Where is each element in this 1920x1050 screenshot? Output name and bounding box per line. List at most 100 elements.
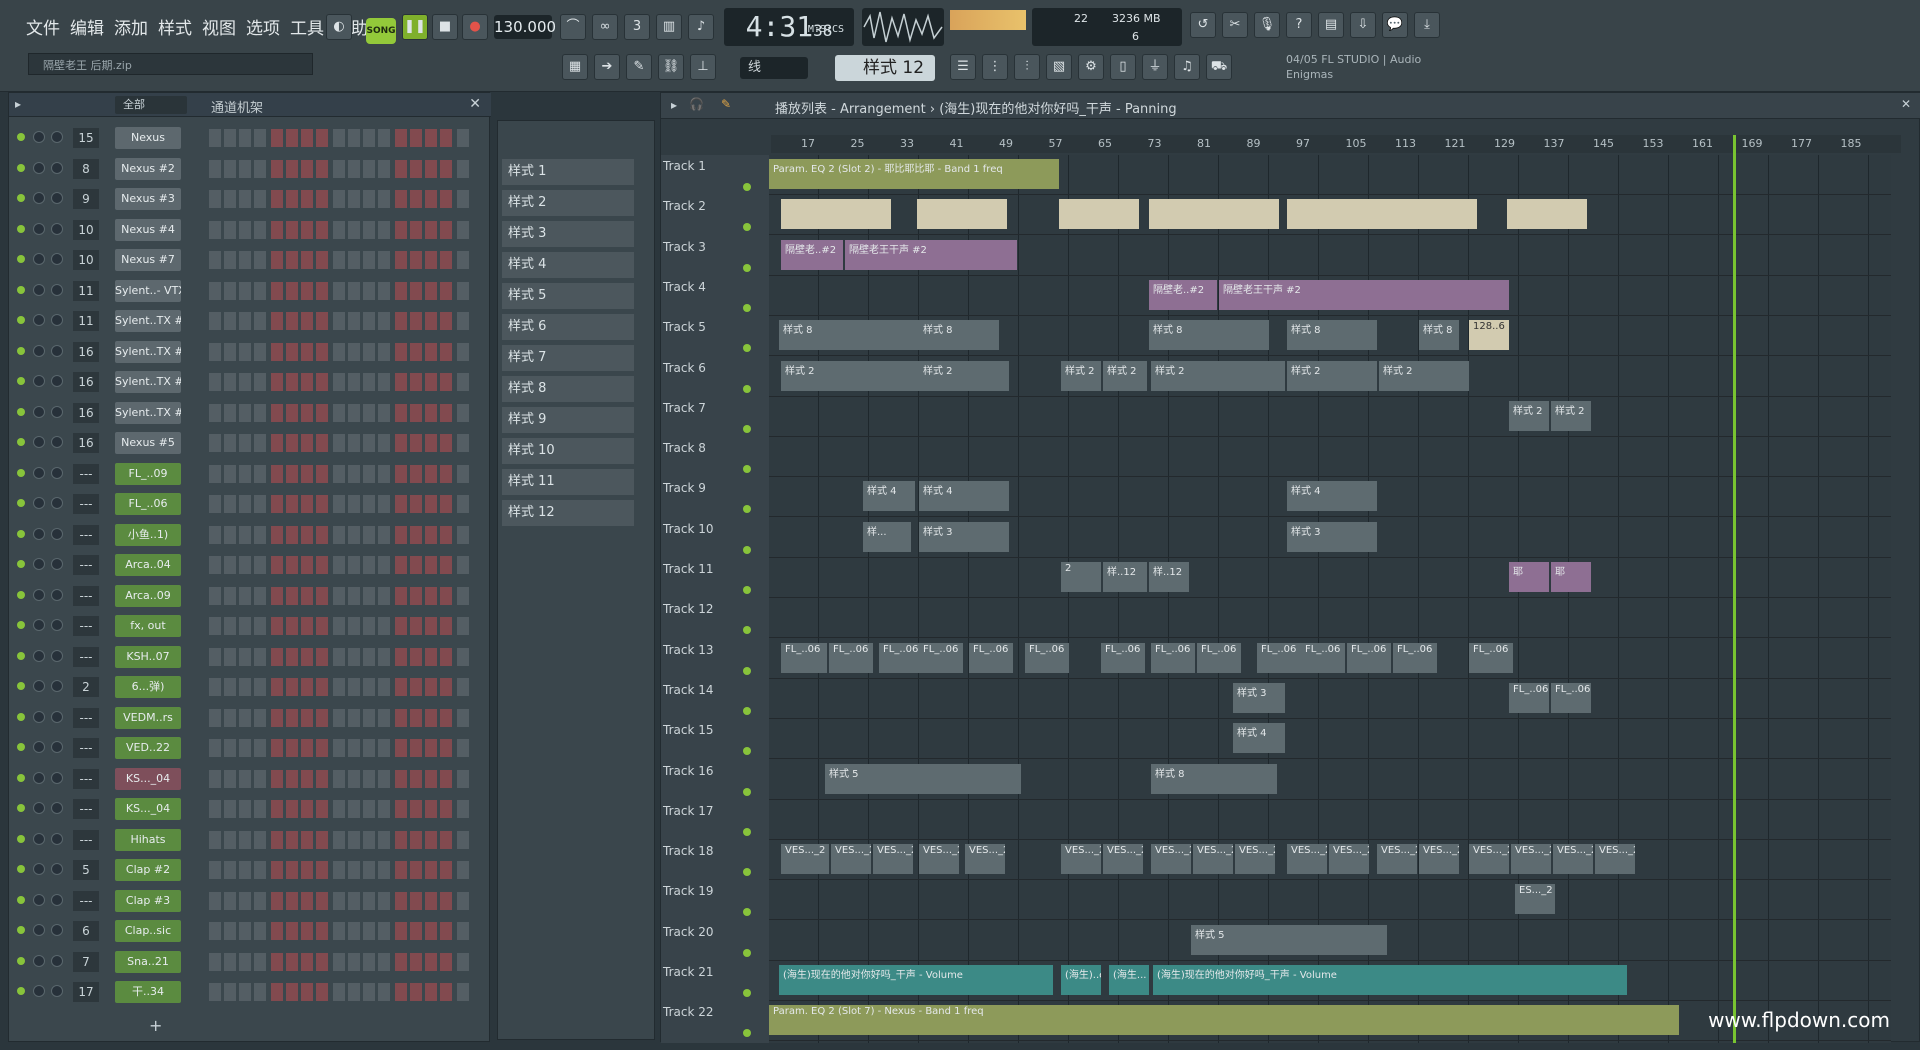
volume-knob[interactable] — [51, 314, 63, 326]
track-mute-led[interactable] — [743, 706, 751, 715]
channel-filter-select[interactable]: 全部 — [115, 96, 187, 114]
mixer-track-number[interactable]: --- — [73, 890, 99, 911]
pan-knob[interactable] — [33, 710, 45, 723]
track-mute-led[interactable] — [743, 586, 751, 594]
volume-knob[interactable] — [51, 710, 63, 723]
microphone-icon[interactable]: 🎙 — [1254, 12, 1280, 38]
channel-led[interactable] — [17, 895, 25, 904]
mixer-track-number[interactable]: 16 — [73, 402, 99, 423]
step-sequencer[interactable] — [209, 678, 469, 696]
playlist-clip[interactable]: VES..._2 — [1595, 844, 1635, 875]
playlist-clip[interactable]: VES..._2 — [1377, 844, 1417, 875]
track-lane[interactable]: VES..._2VES..._2VES..._2VES..._2VES..._2… — [769, 840, 1891, 881]
track-mute-led[interactable] — [743, 344, 751, 353]
channel-row[interactable]: --- Arca..04 — [9, 550, 479, 580]
channel-row[interactable]: 17 干..34 — [9, 977, 479, 1007]
pattern-item[interactable]: 样式 12 — [502, 500, 634, 526]
channel-led[interactable] — [17, 560, 25, 568]
channel-row[interactable]: --- VED..22 — [9, 733, 479, 763]
channel-row[interactable]: 16 Sylent..TX #3 — [9, 337, 479, 367]
volume-knob[interactable] — [51, 283, 63, 296]
step-sequencer[interactable] — [209, 342, 469, 361]
volume-knob[interactable] — [51, 893, 63, 906]
playlist-clip[interactable] — [1149, 199, 1279, 230]
playlist-clip[interactable]: 样式 8 — [1287, 320, 1377, 351]
playlist-clip[interactable]: FL_..06 — [1509, 682, 1549, 713]
channel-name-button[interactable]: VED..22 — [115, 737, 181, 759]
menu-item-4[interactable]: 视图 — [202, 14, 236, 39]
channel-name-button[interactable]: Clap #3 — [115, 889, 181, 912]
channel-name-button[interactable]: 干..34 — [115, 981, 181, 1003]
channel-row[interactable]: 16 Sylent..TX #5 — [9, 367, 479, 397]
playlist-clip[interactable] — [917, 199, 1007, 230]
playlist-view-icon[interactable]: ☰ — [950, 54, 976, 80]
track-header[interactable]: Track 21 — [661, 961, 763, 1001]
channel-led[interactable] — [17, 712, 25, 721]
step-sequencer[interactable] — [209, 251, 469, 269]
volume-knob[interactable] — [51, 649, 63, 662]
playhead[interactable] — [1733, 135, 1736, 1043]
channel-led[interactable] — [17, 224, 25, 233]
playlist-close-icon[interactable]: ✕ — [1901, 97, 1911, 111]
channel-row[interactable]: 9 Nexus #3 — [9, 184, 479, 214]
cut-icon[interactable]: ✂ — [1222, 12, 1248, 38]
playlist-clip[interactable]: (海生)..e — [1061, 965, 1101, 995]
playlist-clip[interactable] — [1287, 199, 1477, 230]
pan-knob[interactable] — [33, 283, 45, 296]
mixer-track-number[interactable]: 16 — [73, 433, 99, 453]
playlist-clip[interactable]: VES..._2 — [1469, 844, 1509, 875]
mixer-track-number[interactable]: --- — [73, 738, 99, 758]
volume-knob[interactable] — [51, 863, 63, 875]
pattern-item[interactable]: 样式 2 — [502, 190, 634, 216]
playlist-clip[interactable]: VES..._2 — [1193, 844, 1233, 875]
channel-name-button[interactable]: Arca..04 — [115, 554, 181, 576]
track-lane[interactable]: 样... 样式 3 样式 3 — [769, 518, 1891, 558]
channel-name-button[interactable]: Sylent..TX #3 — [115, 340, 181, 363]
volume-knob[interactable] — [51, 771, 63, 784]
channel-led[interactable] — [17, 590, 25, 599]
playlist-clip[interactable]: VES..._2 — [1287, 844, 1327, 875]
playlist-clip[interactable] — [781, 199, 891, 230]
brush-icon[interactable]: ✎ — [626, 54, 652, 80]
playlist-clip[interactable]: VES..._2 — [1329, 844, 1369, 875]
track-header[interactable]: Track 9 — [661, 477, 763, 517]
playlist-clip[interactable]: FL_..06 — [1469, 642, 1513, 673]
channel-name-button[interactable]: Sylent..TX #2 — [115, 310, 181, 332]
step-sequencer[interactable] — [209, 891, 469, 910]
playlist-clip[interactable]: FL_..06 — [1025, 642, 1069, 673]
step-sequencer[interactable] — [209, 983, 469, 1001]
channel-name-button[interactable]: Sylent..- VTX — [115, 279, 181, 302]
volume-knob[interactable] — [51, 985, 63, 997]
mixer-track-number[interactable]: 9 — [73, 189, 99, 209]
channel-row[interactable]: 11 Sylent..- VTX — [9, 276, 479, 306]
pattern-item[interactable]: 样式 9 — [502, 407, 634, 433]
step-sequencer[interactable] — [209, 952, 469, 971]
playlist-clip[interactable]: 样式 4 — [1233, 723, 1285, 754]
playlist-clip[interactable]: VES..._2 — [1061, 844, 1101, 875]
render-icon[interactable]: ⇩ — [1350, 12, 1376, 38]
channel-led[interactable] — [17, 651, 25, 660]
song-time-display[interactable]: 4:3138 M:S:CS — [724, 8, 854, 46]
file-icon[interactable]: ▯ — [1110, 54, 1136, 80]
playlist-clip[interactable]: (海生)现在的他对你好吗_干声 - Volume — [779, 965, 1053, 995]
pan-knob[interactable] — [33, 375, 45, 387]
channel-row[interactable]: 10 Nexus #4 — [9, 215, 479, 245]
track-lane[interactable]: Param. EQ 2 (Slot 2) - 耶比耶比耶 - Band 1 fr… — [769, 155, 1891, 195]
playlist-clip[interactable]: (海生)现在的他对你好吗_干声 - Volume — [1153, 965, 1627, 995]
playlist-clip[interactable]: VES..._2 — [1151, 844, 1191, 875]
timeline-ruler[interactable]: 17 25 33 41 49 57 65 73 81 89 97 105 113 121 129 137 145… — [771, 135, 1901, 153]
snap-select[interactable]: 线 — [740, 57, 808, 79]
volume-knob[interactable] — [51, 192, 63, 204]
step-sequencer[interactable] — [209, 647, 469, 666]
playlist-clip[interactable]: FL_..06 — [1301, 642, 1345, 673]
playlist-clip[interactable]: (海生... — [1109, 965, 1149, 995]
step-sequencer[interactable] — [209, 159, 469, 178]
track-lane[interactable]: 2 样..12 样..12 耶耶 — [769, 558, 1891, 598]
pan-knob[interactable] — [33, 741, 45, 753]
track-lane[interactable]: 样式 5 样式 8 — [769, 760, 1891, 800]
track-mute-led[interactable] — [743, 424, 751, 433]
step-sequencer[interactable] — [209, 464, 469, 483]
playlist-clip[interactable]: 样式 2 — [1379, 360, 1469, 391]
step-sequencer[interactable] — [209, 403, 469, 422]
add-channel-button[interactable]: + — [149, 1016, 162, 1035]
